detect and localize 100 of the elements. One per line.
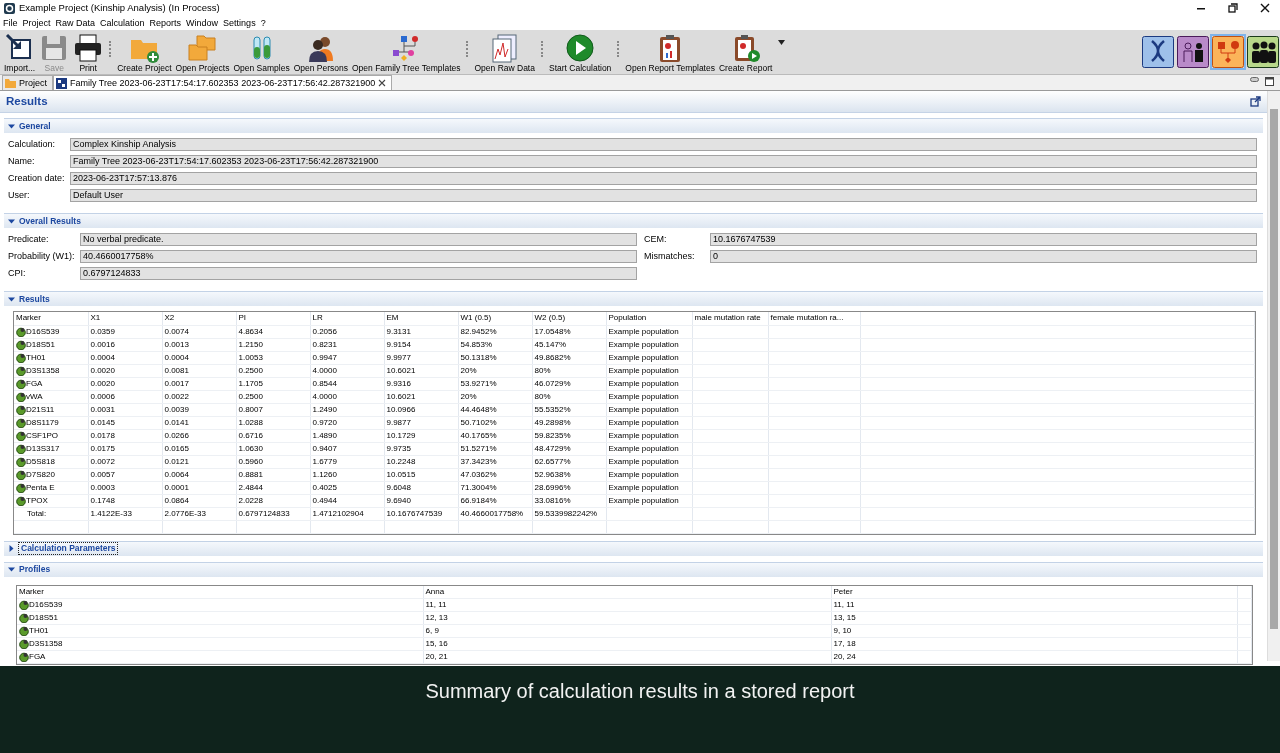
field-label: Calculation: — [7, 139, 57, 150]
expanded-icon[interactable] — [8, 217, 15, 225]
section-title[interactable]: Calculation Parameters — [19, 543, 118, 554]
column-header[interactable]: Population — [606, 312, 692, 325]
external-link-icon[interactable] — [1250, 96, 1261, 107]
toolbar-button[interactable]: Create Report — [716, 33, 775, 73]
table-cell: 0.1748 — [90, 495, 115, 505]
menu-item[interactable]: Raw Data — [55, 17, 96, 29]
table-cell: 11, 11 — [833, 600, 855, 609]
column-header[interactable]: X2 — [162, 312, 236, 325]
perspective-button[interactable] — [1247, 35, 1279, 68]
table-cell: Example population — [608, 326, 679, 336]
table-cell: 0.0145 — [90, 417, 115, 427]
section-title[interactable]: General — [19, 120, 51, 132]
table-cell: 1.2490 — [312, 404, 337, 414]
toolbar-button[interactable]: Open Projects — [173, 33, 232, 73]
maximize-icon[interactable] — [1265, 76, 1274, 86]
expanded-icon[interactable] — [8, 295, 15, 303]
table-cell: 9.9977 — [386, 352, 411, 362]
perspective-button[interactable] — [1177, 35, 1209, 68]
marker-icon — [16, 417, 26, 428]
menu-item[interactable]: Settings — [223, 17, 256, 29]
section-title[interactable]: Overall Results — [19, 215, 81, 227]
toolbar-button[interactable]: Open Samples — [231, 33, 292, 73]
column-header[interactable]: Peter — [831, 585, 1237, 599]
menu-item[interactable]: Calculation — [100, 17, 145, 29]
marker-name: D18S51 — [29, 612, 58, 624]
menu-item[interactable]: Window — [186, 17, 219, 29]
table-cell: 0.0004 — [90, 352, 115, 362]
table-cell: 59.8235% — [534, 430, 571, 440]
toolbar-button[interactable]: Open Family Tree Templates — [350, 33, 463, 73]
marker-icon — [16, 378, 26, 389]
toolbar-button[interactable]: Import... — [2, 33, 38, 73]
field-label: CEM: — [643, 234, 668, 245]
marker-icon — [19, 639, 29, 649]
menu-item[interactable]: Reports — [149, 17, 182, 29]
close-icon[interactable] — [1260, 3, 1270, 13]
table-cell: 6, 9 — [425, 626, 439, 635]
menu-item[interactable]: File — [3, 17, 18, 29]
column-header[interactable]: W2 (0.5) — [532, 312, 606, 325]
table-cell: 0.8231 — [312, 339, 337, 349]
toolbar-button[interactable]: Open Report Templates — [623, 33, 717, 73]
toolbar-button[interactable]: Create Project — [115, 33, 174, 73]
column-header[interactable]: male mutation rate — [692, 312, 768, 325]
column-header[interactable]: female mutation ra... — [768, 312, 860, 325]
table-cell: 28.6996% — [534, 482, 571, 492]
column-header[interactable]: Marker — [14, 312, 88, 325]
table-cell: 15, 16 — [425, 639, 448, 648]
toolbar-button[interactable]: Start Calculation — [546, 33, 614, 73]
table-cell: 59.5339982242% — [534, 508, 598, 518]
marker-name: D13S317 — [26, 442, 60, 454]
caret-icon[interactable] — [778, 40, 786, 45]
table-cell: 0.0001 — [164, 482, 189, 492]
table-cell: 0.0081 — [164, 365, 189, 375]
column-header[interactable]: Marker — [17, 585, 423, 599]
column-header[interactable]: Anna — [423, 585, 831, 599]
play-icon — [565, 33, 596, 63]
menu-item[interactable]: Project — [22, 17, 51, 29]
marker-name: D16S539 — [26, 325, 60, 337]
total-label: Total: — [26, 507, 47, 519]
toolbar-button[interactable]: Open Persons — [291, 33, 350, 73]
menu-item[interactable]: ? — [260, 17, 266, 29]
person-icon — [1177, 35, 1209, 68]
toolbar-button[interactable]: Print — [71, 33, 106, 73]
table-cell: Example population — [608, 365, 679, 375]
expanded-icon[interactable] — [8, 122, 15, 130]
column-header[interactable]: EM — [384, 312, 458, 325]
editor-tab[interactable]: Project — [2, 75, 53, 90]
table-cell: 1.4890 — [312, 430, 337, 440]
field-label: Probability (W1): — [7, 251, 76, 262]
perspective-button[interactable] — [1142, 35, 1174, 68]
marker-name: FGA — [26, 377, 43, 389]
table-cell: 0.2500 — [238, 365, 263, 375]
collapsed-icon[interactable] — [8, 545, 15, 552]
section-title[interactable]: Profiles — [19, 564, 51, 575]
column-header[interactable]: PI — [236, 312, 310, 325]
table-cell: 0.0074 — [164, 326, 189, 336]
table-cell: 48.4729% — [534, 443, 571, 453]
table-cell: 0.4025 — [312, 482, 337, 492]
scrollbar[interactable] — [1267, 91, 1280, 661]
table-cell: 1.0288 — [238, 417, 263, 427]
expanded-icon[interactable] — [8, 566, 15, 573]
table-cell: 17.0548% — [534, 326, 571, 336]
table-cell: 40.1765% — [460, 430, 497, 440]
table-cell: 0.8881 — [238, 469, 263, 479]
table-cell: 54.853% — [460, 339, 493, 349]
column-header[interactable]: W1 (0.5) — [458, 312, 532, 325]
column-header[interactable]: LR — [310, 312, 384, 325]
marker-name: Penta E — [26, 481, 55, 493]
table-cell: 9.9877 — [386, 417, 411, 427]
table-cell: 9.9154 — [386, 339, 411, 349]
section-title[interactable]: Results — [19, 293, 50, 305]
close-icon[interactable] — [378, 79, 387, 87]
editor-tab[interactable]: Family Tree 2023-06-23T17:54:17.602353 2023-06-23T17:56:42.287321900 — [53, 75, 393, 90]
restore-icon[interactable] — [1228, 3, 1238, 13]
toolbar-button[interactable]: Open Raw Data — [472, 33, 537, 73]
table-cell: 0.0006 — [90, 391, 115, 401]
table-cell: 80% — [534, 391, 551, 401]
column-header[interactable]: X1 — [88, 312, 162, 325]
table-cell: 0.0013 — [164, 339, 189, 349]
